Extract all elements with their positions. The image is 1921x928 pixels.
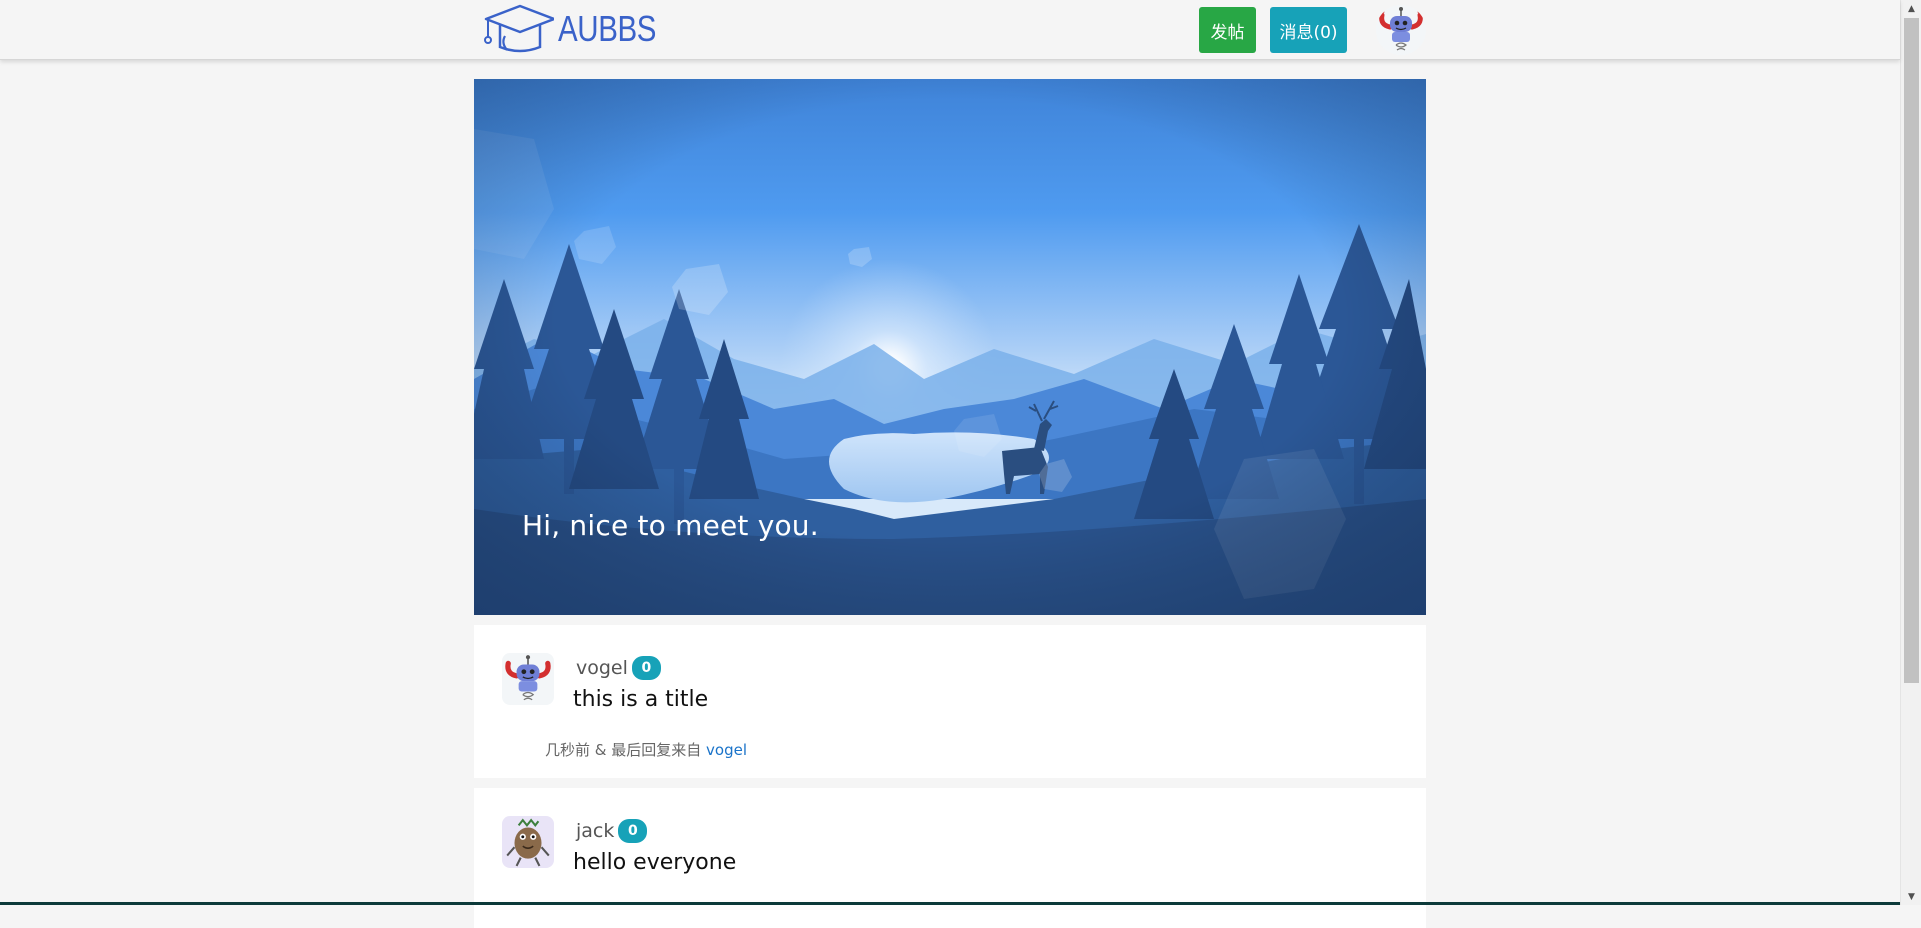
post-meta-text: 几秒前 & 最后回复来自 [545,741,701,759]
post-title[interactable]: this is a title [573,687,708,712]
post-meta: 几秒前 & 最后回复来自 vogel [545,739,747,760]
last-reply-user-link[interactable]: vogel [706,741,747,759]
vertical-scrollbar[interactable]: ▲ ▼ [1900,0,1921,905]
messages-button[interactable]: 消息(0) [1270,7,1347,53]
author-avatar[interactable] [502,816,554,868]
logo-text: AUBBS [558,8,656,50]
post-author: vogel 0 [576,656,661,680]
site-logo[interactable]: AUBBS [482,3,678,55]
author-avatar[interactable] [502,653,554,705]
scroll-down-icon[interactable]: ▼ [1901,888,1921,905]
user-avatar[interactable] [1376,5,1426,55]
robot-avatar-icon [502,653,554,705]
banner-caption: Hi, nice to meet you. [522,509,819,542]
top-navbar: AUBBS 发帖 消息(0) [0,0,1900,60]
author-name[interactable]: jack [576,820,614,842]
scroll-up-icon[interactable]: ▲ [1901,0,1921,17]
reply-count-badge: 0 [618,819,647,843]
scrollbar-thumb[interactable] [1904,18,1919,683]
post-title[interactable]: hello everyone [573,850,736,875]
graduation-cap-icon [482,3,554,55]
robot-avatar-icon [1376,5,1426,55]
author-name[interactable]: vogel [576,657,628,679]
hero-banner: Hi, nice to meet you. [474,79,1426,615]
post-card[interactable]: jack 0 hello everyone [474,788,1426,928]
new-post-button[interactable]: 发帖 [1199,7,1256,53]
creature-avatar-icon [502,816,554,868]
post-card[interactable]: vogel 0 this is a title 几秒前 & 最后回复来自 vog… [474,625,1426,778]
post-author: jack 0 [576,819,647,843]
reply-count-badge: 0 [632,656,661,680]
